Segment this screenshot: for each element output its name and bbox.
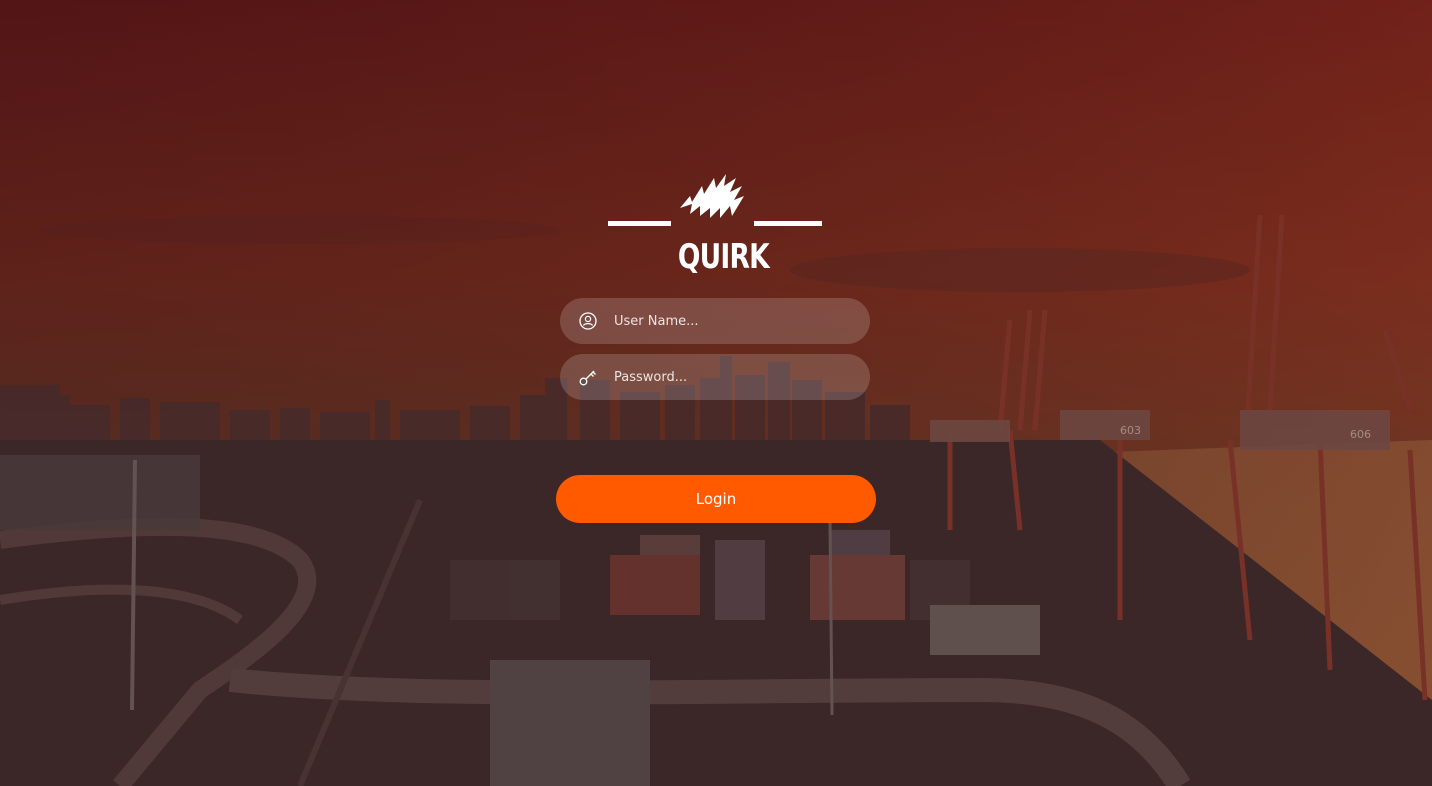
user-icon	[579, 312, 597, 330]
key-icon	[579, 370, 596, 386]
login-button[interactable]: Login	[556, 475, 876, 523]
brand-name: QUIRK	[677, 237, 770, 277]
password-input[interactable]	[614, 354, 854, 400]
username-field[interactable]	[560, 298, 870, 344]
logo-bar-left	[608, 221, 671, 226]
login-panel: QUIRK Login	[0, 0, 1432, 786]
username-input[interactable]	[614, 298, 854, 344]
brand-logo: QUIRK	[606, 170, 826, 280]
logo-bar-right	[754, 221, 822, 226]
password-field[interactable]	[560, 354, 870, 400]
lightning-waves-logo-icon	[680, 174, 744, 218]
